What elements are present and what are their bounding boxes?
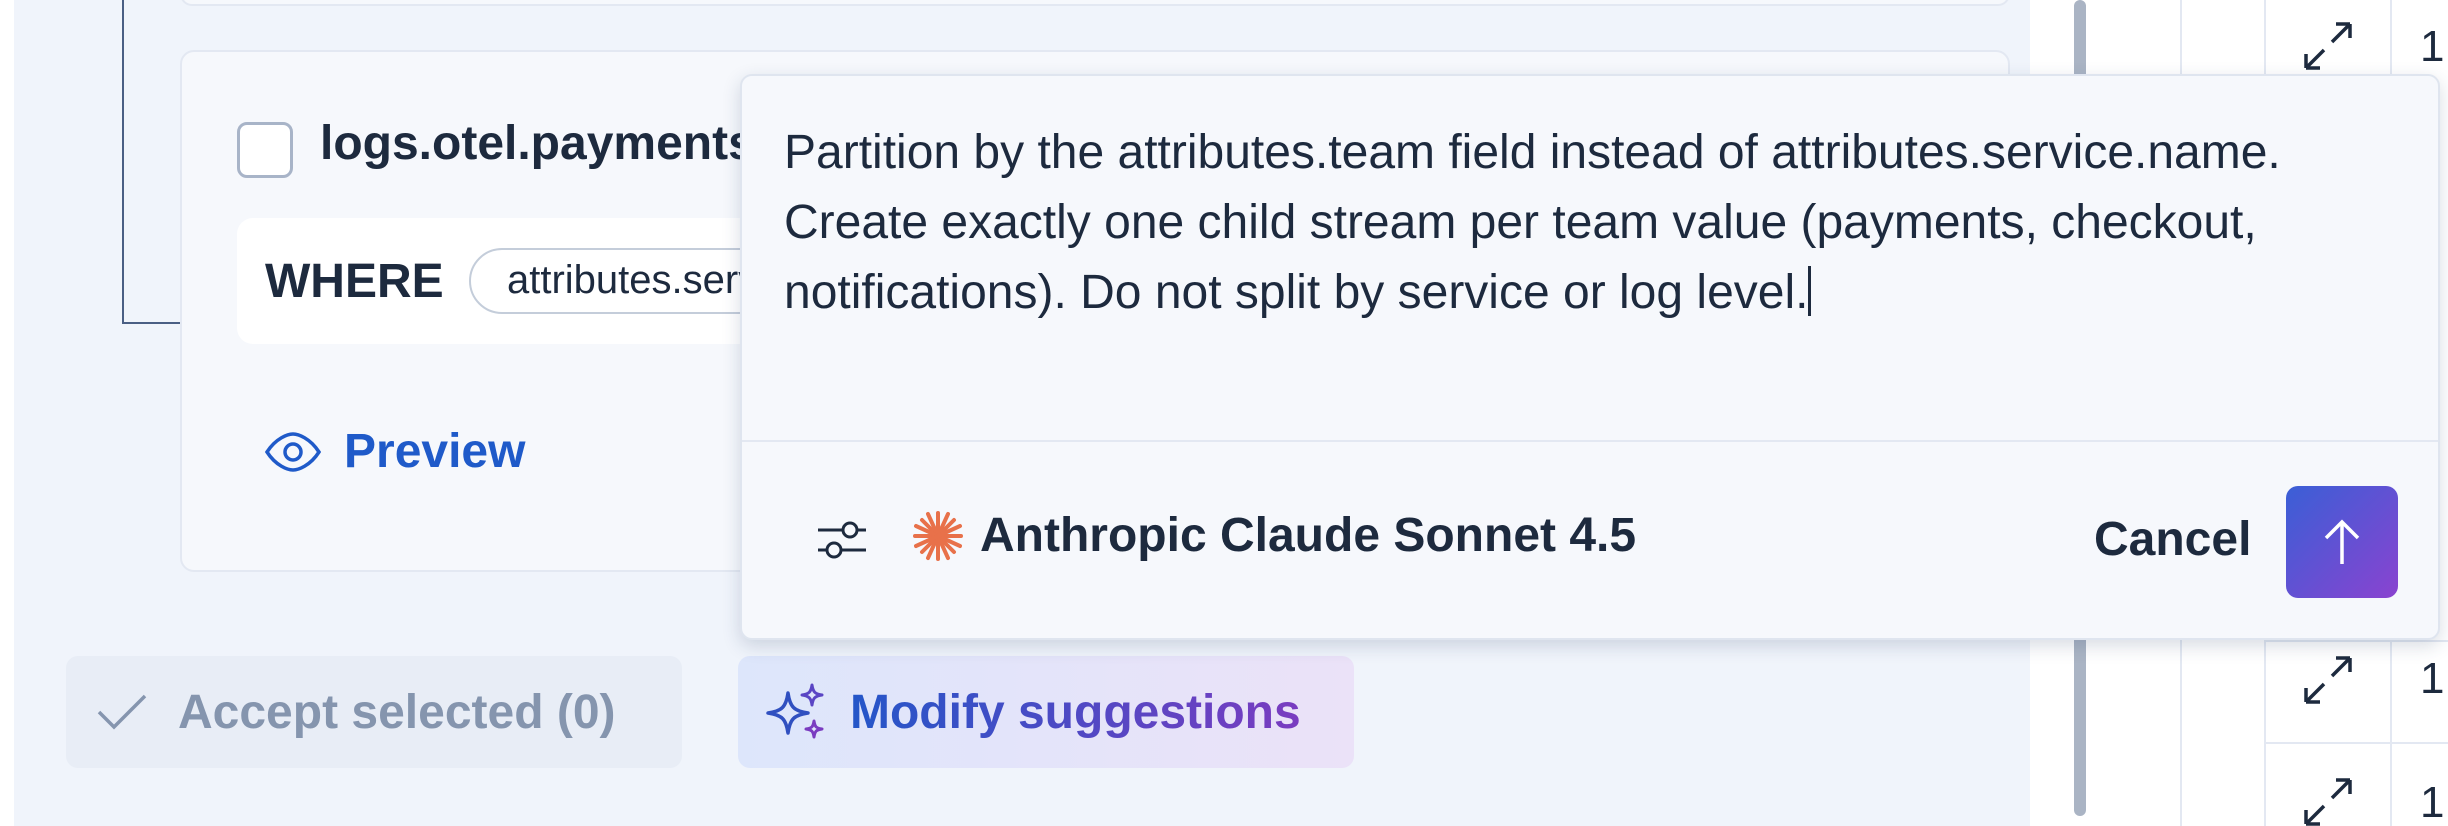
panel-gutter [0, 0, 14, 826]
sliders-icon[interactable] [816, 520, 868, 560]
preview-link[interactable]: Preview [264, 424, 525, 479]
accept-selected-button[interactable]: Accept selected (0) [66, 656, 682, 768]
prompt-text: Partition by the attributes.team field i… [784, 126, 2281, 319]
modify-suggestions-button[interactable]: Modify suggestions [738, 656, 1354, 768]
stream-select-checkbox[interactable] [237, 122, 293, 178]
eye-icon [264, 431, 322, 472]
cancel-button[interactable]: Cancel [2094, 512, 2251, 567]
submit-button[interactable] [2286, 486, 2398, 598]
expand-icon[interactable] [2302, 654, 2354, 706]
popover-divider [742, 440, 2438, 442]
table-row-divider [2264, 742, 2448, 744]
table-cell-value: 1 [2420, 654, 2445, 703]
previous-stream-card [180, 0, 2010, 6]
table-row-divider [2264, 640, 2448, 642]
model-name: Anthropic Claude Sonnet 4.5 [980, 509, 1637, 562]
arrow-up-icon [2324, 519, 2360, 564]
text-caret [1808, 266, 1812, 316]
tree-connector [122, 0, 182, 324]
sparkles-icon [766, 683, 824, 739]
anthropic-logo-icon [913, 510, 963, 561]
where-label: WHERE [265, 255, 444, 308]
table-cell-value: 1 [2420, 22, 2445, 71]
modify-suggestions-label: Modify suggestions [850, 685, 1301, 739]
table-cell-value: 1 [2420, 778, 2445, 826]
expand-icon[interactable] [2302, 776, 2354, 826]
accept-selected-label: Accept selected (0) [178, 685, 616, 739]
modify-suggestions-popover: Partition by the attributes.team field i… [740, 74, 2440, 640]
stream-name: logs.otel.payments [320, 117, 755, 170]
expand-icon[interactable] [2302, 20, 2354, 72]
model-selector[interactable]: Anthropic Claude Sonnet 4.5 [912, 508, 1636, 563]
preview-label: Preview [344, 425, 526, 478]
prompt-textarea[interactable]: Partition by the attributes.team field i… [784, 118, 2404, 328]
check-icon [97, 694, 147, 730]
